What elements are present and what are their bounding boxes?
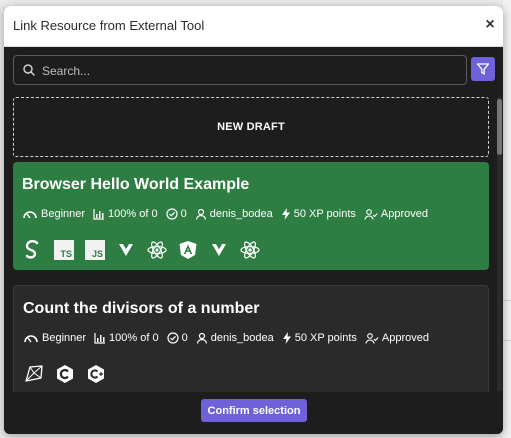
modal-title: Link Resource from External Tool [13,18,205,33]
check-circle-icon [165,208,178,220]
difficulty-label: Beginner [42,332,87,344]
svelte-icon [22,239,44,261]
resource-list: NEW DRAFT Browser Hello World Example Be… [4,92,503,392]
search-icon [23,64,35,76]
ruby-icon [23,363,45,385]
gauge-icon [23,211,37,219]
author-name: denis_bodea [209,208,273,220]
search-input[interactable] [40,59,464,83]
card-meta: Beginner 100% of 0 0 denis_bodea 50 XP p… [22,206,436,222]
gauge-icon [24,335,38,343]
checks-count: 0 [181,332,188,344]
background-page [503,0,511,438]
react-icon [146,239,168,261]
author-name: denis_bodea [210,332,274,344]
progress-label: 100% of 0 [108,208,158,220]
cpp-icon [85,363,107,385]
card-title: Count the divisors of a number [23,300,260,317]
checks: 0 [166,332,188,344]
xp: 50 XP points [282,332,357,344]
angular-icon [177,239,199,261]
xp: 50 XP points [281,208,356,220]
checks-count: 0 [180,208,187,220]
scrollbar-thumb[interactable] [497,99,502,155]
modal-footer: Confirm selection [4,392,503,434]
status-label: Approved [381,332,430,344]
progress: 100% of 0 [93,208,158,220]
typescript-icon: TS [53,239,75,261]
confirm-selection-button[interactable]: Confirm selection [201,399,307,422]
bar-chart-icon [93,209,105,220]
resource-card[interactable]: Count the divisors of a number Beginner … [13,285,489,392]
resource-card-selected[interactable]: Browser Hello World Example Beginner 100… [13,162,489,270]
search-box [13,55,467,85]
filter-icon [476,63,490,75]
xp-points: 50 XP points [293,208,356,220]
progress: 100% of 0 [94,332,159,344]
check-circle-icon [166,332,179,344]
user-icon [195,208,206,220]
vue-icon [208,239,230,261]
javascript-icon: JS [84,239,106,261]
bolt-icon [282,332,291,344]
react-icon [239,239,261,261]
status: Approved [365,332,429,344]
filter-button[interactable] [471,57,495,81]
progress-label: 100% of 0 [109,332,159,344]
bar-chart-icon [94,333,106,344]
difficulty-label: Beginner [41,208,86,220]
checks: 0 [165,208,187,220]
vue-icon [115,239,137,261]
difficulty: Beginner [23,332,86,344]
card-meta: Beginner 100% of 0 0 denis_bodea 50 XP p… [23,330,437,346]
c-icon [54,363,76,385]
user-check-icon [365,333,379,344]
background-divider [503,300,511,301]
status: Approved [364,208,428,220]
link-resource-modal: Link Resource from External Tool × NEW D… [4,6,503,434]
author: denis_bodea [196,332,274,344]
background-divider [503,340,511,341]
difficulty: Beginner [22,208,85,220]
user-icon [196,332,207,344]
status-label: Approved [380,208,429,220]
technology-icons: TS JS [22,238,270,262]
bolt-icon [281,208,290,220]
user-check-icon [364,209,378,220]
author: denis_bodea [195,208,273,220]
technology-icons [23,362,116,386]
xp-points: 50 XP points [294,332,357,344]
new-draft-button[interactable]: NEW DRAFT [13,97,489,157]
close-button[interactable]: × [482,16,498,34]
card-title: Browser Hello World Example [22,176,250,193]
modal-header: Link Resource from External Tool × [4,6,503,47]
